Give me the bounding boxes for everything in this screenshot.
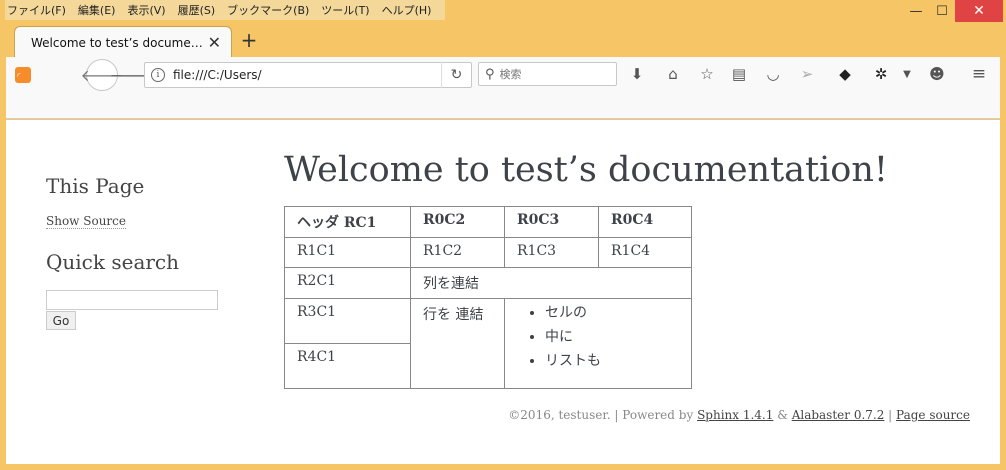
url-bar[interactable]: i file:///C:/Users/ ↻ xyxy=(144,62,472,88)
maximize-button[interactable]: ☐ xyxy=(929,0,955,22)
search-placeholder: 検索 xyxy=(499,68,522,81)
reload-icon[interactable]: ↻ xyxy=(441,62,471,88)
menu-view[interactable]: 表示(V) xyxy=(127,2,165,18)
rss-icon[interactable]: ◜ xyxy=(15,67,31,83)
menu-history[interactable]: 履歴(S) xyxy=(178,2,216,18)
table-header-cell: ヘッダ RC1 xyxy=(284,206,411,238)
table-cell-merged-cols: 列を連結 xyxy=(410,267,692,299)
menu-icon[interactable]: ≡ xyxy=(968,62,990,86)
tab-close-icon[interactable]: ✕ xyxy=(208,33,221,52)
table-row: R2C1 列を連結 xyxy=(284,267,692,299)
page-content: This Page Show Source Quick search Go We… xyxy=(6,120,1000,464)
sphinx-link[interactable]: Sphinx 1.4.1 xyxy=(697,408,773,422)
alabaster-link[interactable]: Alabaster 0.7.2 xyxy=(792,408,885,422)
doc-table: ヘッダ RC1 R0C2 R0C3 R0C4 R1C1 R1C2 R1C3 R1… xyxy=(284,206,692,389)
table-cell: R4C1 xyxy=(284,343,411,389)
page-source-link[interactable]: Page source xyxy=(896,408,970,422)
forward-button[interactable]: 🡒 xyxy=(110,64,153,86)
footer: ©2016, testuser. | Powered by Sphinx 1.4… xyxy=(508,408,970,422)
browser-window: ファイル(F) 編集(E) 表示(V) 履歴(S) ブックマーク(B) ツール(… xyxy=(0,0,1006,470)
show-source-link[interactable]: Show Source xyxy=(46,214,126,229)
table-cell-list: セルの 中に リストも xyxy=(504,298,692,389)
quick-search-heading: Quick search xyxy=(46,250,180,274)
cell-list: セルの 中に リストも xyxy=(517,301,679,373)
download-icon[interactable]: ⬇ xyxy=(626,62,648,86)
page-title: Welcome to test’s documentation! xyxy=(284,150,888,190)
menu-file[interactable]: ファイル(F) xyxy=(7,2,66,18)
list-item: 中に xyxy=(545,325,679,349)
table-row: R1C1 R1C2 R1C3 R1C4 xyxy=(284,237,692,268)
menu-edit[interactable]: 編集(E) xyxy=(78,2,116,18)
navigation-group: 🡐 🡒 i file:///C:/Users/ ↻ xyxy=(81,59,472,91)
tab-active[interactable]: Welcome to test’s docume… ✕ xyxy=(14,26,232,58)
close-window-button[interactable]: ✕ xyxy=(955,0,1003,22)
footer-amp: & xyxy=(773,408,792,422)
menu-bar: ファイル(F) 編集(E) 表示(V) 履歴(S) ブックマーク(B) ツール(… xyxy=(5,0,446,20)
table-header-row: ヘッダ RC1 R0C2 R0C3 R0C4 xyxy=(284,206,692,238)
go-button[interactable]: Go xyxy=(46,311,76,330)
table-header-cell: R0C3 xyxy=(504,206,599,238)
table-row: R3C1 行を 連結 セルの 中に リストも xyxy=(284,298,692,389)
url-text[interactable]: file:///C:/Users/ xyxy=(173,68,441,82)
menu-bookmarks[interactable]: ブックマーク(B) xyxy=(227,2,309,18)
cloud-icon[interactable]: ◆ xyxy=(834,62,856,86)
tab-title: Welcome to test’s docume… xyxy=(31,35,203,50)
this-page-heading: This Page xyxy=(46,174,145,198)
nav-toolbar: ◜ 🡐 🡒 i file:///C:/Users/ ↻ ⚲ 検索 ⬇ ⌂ ☆ ▤… xyxy=(6,57,1000,119)
new-tab-button[interactable]: + xyxy=(238,28,260,52)
search-box[interactable]: ⚲ 検索 xyxy=(478,62,617,86)
minimize-button[interactable]: — xyxy=(903,0,929,22)
table-cell: R2C1 xyxy=(284,267,411,299)
home-icon[interactable]: ⌂ xyxy=(662,62,684,86)
menu-help[interactable]: ヘルプ(H) xyxy=(382,2,432,18)
table-cell-merged-rows: 行を 連結 xyxy=(410,298,505,389)
list-item: セルの xyxy=(545,301,679,325)
info-icon[interactable]: i xyxy=(151,68,165,82)
list-item: リストも xyxy=(545,349,679,373)
footer-separator: | xyxy=(884,408,897,422)
table-cell: R3C1 xyxy=(284,298,411,344)
extension-icon[interactable]: ✲ xyxy=(870,62,892,86)
pocket-icon[interactable]: ◡ xyxy=(762,62,784,86)
table-cell: R1C2 xyxy=(410,237,505,268)
menu-tools[interactable]: ツール(T) xyxy=(321,2,369,18)
dropdown-icon[interactable]: ▼ xyxy=(896,62,918,86)
table-cell: R1C1 xyxy=(284,237,411,268)
table-header-cell: R0C2 xyxy=(410,206,505,238)
search-icon: ⚲ xyxy=(485,66,495,82)
table-header-cell: R0C4 xyxy=(598,206,692,238)
emoji-icon[interactable]: ☻ xyxy=(926,62,948,86)
bookmark-star-icon[interactable]: ☆ xyxy=(696,62,718,86)
footer-copyright: ©2016, testuser. | Powered by xyxy=(508,408,698,422)
reading-list-icon[interactable]: ▤ xyxy=(728,62,750,86)
send-icon[interactable]: ➢ xyxy=(796,62,818,86)
quick-search-input[interactable] xyxy=(46,290,218,310)
table-cell: R1C4 xyxy=(598,237,692,268)
table-cell: R1C3 xyxy=(504,237,599,268)
